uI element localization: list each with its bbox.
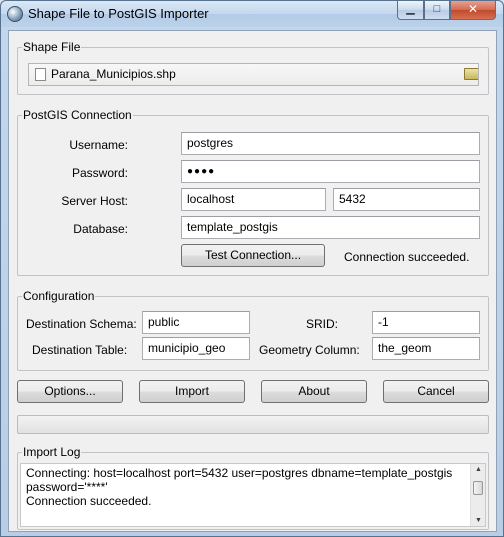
username-label: Username:	[69, 138, 128, 152]
close-button[interactable]: ✕	[450, 1, 496, 20]
import-log-area[interactable]: Connecting: host=localhost port=5432 use…	[20, 463, 486, 527]
scroll-up-icon[interactable]: ▲	[473, 466, 484, 473]
username-field[interactable]: postgres	[181, 132, 480, 155]
destination-schema-field[interactable]: public	[142, 311, 250, 334]
postgis-connection-group-label: PostGIS Connection	[22, 108, 133, 122]
srid-field[interactable]: -1	[372, 311, 480, 334]
file-icon	[35, 68, 46, 81]
connection-status: Connection succeeded.	[344, 250, 470, 264]
postgis-connection-group: PostGIS Connection Username: postgres Pa…	[17, 108, 489, 276]
cancel-button[interactable]: Cancel	[383, 380, 489, 403]
import-log-text: Connecting: host=localhost port=5432 use…	[26, 466, 474, 508]
import-log-group: Import Log Connecting: host=localhost po…	[17, 445, 489, 530]
srid-label: SRID:	[305, 317, 338, 331]
geometry-column-label: Geometry Column:	[259, 343, 360, 357]
about-button[interactable]: About	[261, 380, 367, 403]
shape-file-group: Shape File Parana_Municipios.shp	[17, 40, 489, 95]
log-line: Connecting: host=localhost port=5432 use…	[26, 466, 453, 480]
maximize-button[interactable]: □	[424, 1, 450, 20]
importer-window: Shape File to PostGIS Importer ▁ □ ✕ Sha…	[0, 0, 504, 537]
options-button[interactable]: Options...	[17, 380, 123, 403]
scroll-down-icon[interactable]: ▼	[473, 517, 484, 524]
dialog-body: Shape File Parana_Municipios.shp PostGIS…	[8, 30, 497, 532]
shape-file-path: Parana_Municipios.shp	[51, 67, 176, 81]
database-field[interactable]: template_postgis	[181, 216, 480, 239]
port-field[interactable]: 5432	[333, 188, 480, 211]
destination-table-field[interactable]: municipio_geo	[142, 337, 250, 360]
configuration-group-label: Configuration	[22, 289, 96, 303]
destination-table-label: Destination Table:	[32, 343, 128, 357]
import-log-group-label: Import Log	[22, 445, 82, 459]
folder-icon[interactable]	[464, 68, 478, 80]
host-field[interactable]: localhost	[181, 188, 326, 211]
test-connection-button[interactable]: Test Connection...	[181, 244, 325, 267]
scroll-thumb[interactable]	[473, 481, 483, 495]
log-line: Connection succeeded.	[26, 494, 152, 508]
password-label: Password:	[71, 166, 128, 180]
destination-schema-label: Destination Schema:	[26, 317, 137, 331]
close-icon: ✕	[467, 2, 479, 16]
geometry-column-field[interactable]: the_geom	[372, 337, 480, 360]
window-title: Shape File to PostGIS Importer	[28, 6, 209, 21]
log-scrollbar[interactable]: ▲ ▼	[470, 464, 485, 526]
globe-icon	[7, 6, 23, 22]
import-progress-bar	[17, 415, 489, 434]
server-host-label: Server Host:	[61, 194, 128, 208]
maximize-icon: □	[433, 3, 441, 15]
title-bar[interactable]: Shape File to PostGIS Importer ▁ □ ✕	[1, 1, 503, 27]
shape-file-chooser[interactable]: Parana_Municipios.shp	[28, 63, 479, 86]
configuration-group: Configuration Destination Schema: public…	[17, 289, 489, 371]
shape-file-group-label: Shape File	[22, 40, 82, 54]
password-field[interactable]: ●●●●	[181, 160, 480, 183]
log-line: password='****'	[26, 480, 108, 494]
import-button[interactable]: Import	[139, 380, 245, 403]
minimize-button[interactable]: ▁	[397, 1, 424, 20]
minimize-icon: ▁	[406, 3, 415, 15]
database-label: Database:	[73, 222, 128, 236]
